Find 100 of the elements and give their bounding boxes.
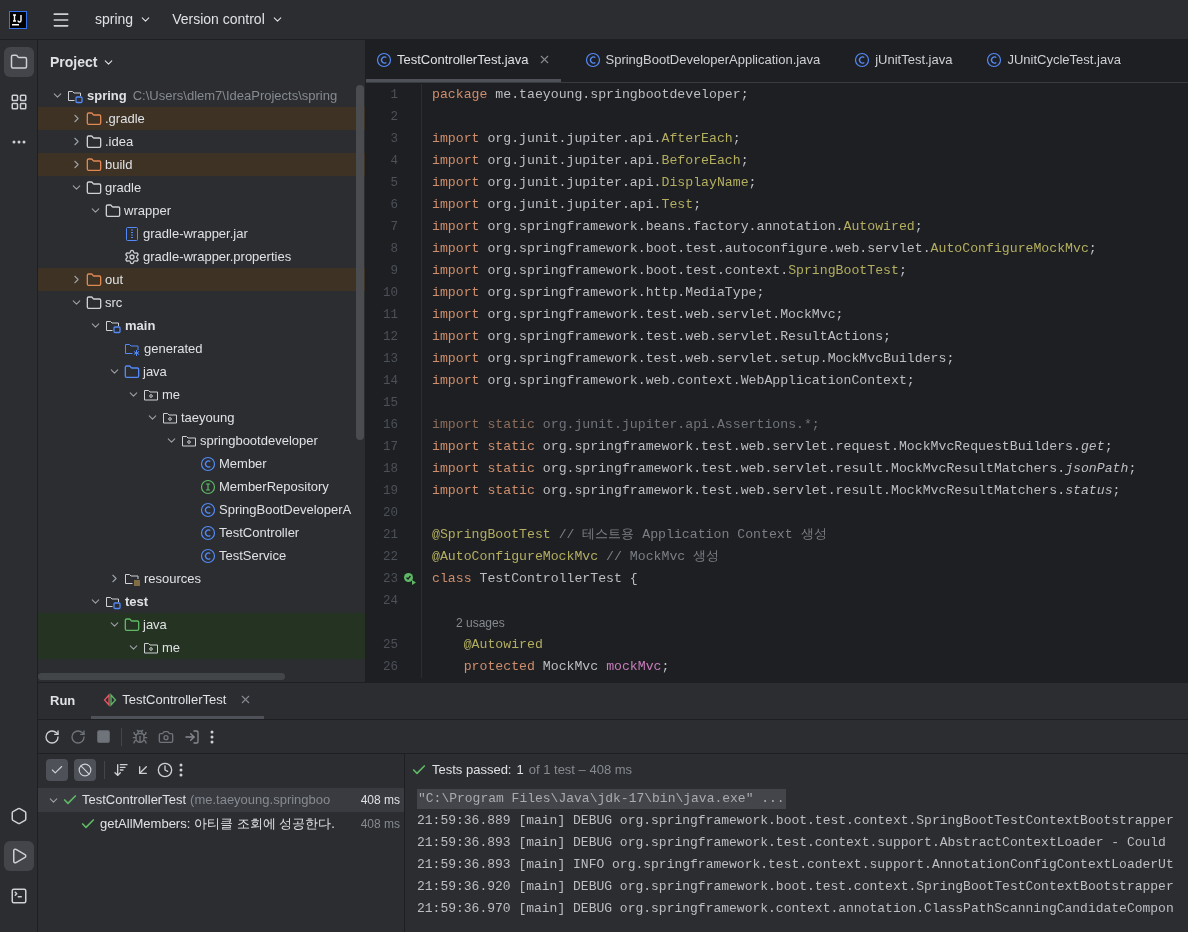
code-line: import org.springframework.boot.test.context.SpringBootTest;	[432, 262, 907, 281]
tree-item[interactable]: wrapper	[38, 199, 365, 222]
class-icon	[200, 547, 216, 564]
tree-item[interactable]: .idea	[38, 130, 365, 153]
tree-item[interactable]: taeyoung	[38, 406, 365, 429]
bug-icon[interactable]	[132, 728, 148, 745]
test-duration: 408 ms	[360, 816, 400, 833]
tree-item[interactable]: me	[38, 636, 365, 659]
version-control-dropdown[interactable]: Version control	[172, 9, 284, 30]
tree-item-label: gradle-wrapper.properties	[143, 247, 292, 266]
test-duration: 408 ms	[360, 792, 400, 809]
console-line: 21:59:36.970 [main] DEBUG org.springframework.context.annotation.ClassPathScanningCandidateCompon	[417, 900, 1174, 918]
code-line: protected MockMvc mockMvc;	[462, 658, 670, 677]
import-icon[interactable]	[184, 728, 200, 745]
show-passed-toggle[interactable]	[46, 759, 68, 781]
show-ignored-toggle[interactable]	[74, 759, 96, 781]
tree-item[interactable]: java	[38, 613, 365, 636]
horizontal-scrollbar[interactable]	[38, 673, 285, 680]
run-button[interactable]	[3, 841, 34, 871]
tree-item-label: src	[105, 293, 123, 312]
console-line: 21:59:36.893 [main] DEBUG org.springframework.test.context.support.AbstractContextLoader - Could	[417, 834, 1166, 852]
code-line: import org.junit.jupiter.api.DisplayName;	[432, 174, 757, 193]
tree-item[interactable]: SpringBootDeveloperA	[38, 498, 365, 521]
tree-item[interactable]: springbootdeveloper	[38, 429, 365, 452]
more-icon[interactable]	[179, 763, 183, 777]
code-line: import org.junit.jupiter.api.Test;	[432, 196, 702, 215]
tree-item[interactable]: main	[38, 314, 365, 337]
test-package: (me.taeyoung.springboo	[190, 791, 331, 810]
code-line: import org.springframework.test.web.servlet.setup.MockMvcBuilders;	[432, 350, 955, 369]
editor-tab[interactable]: TestControllerTest.java	[366, 40, 561, 82]
tree-item-label: wrapper	[124, 201, 171, 220]
test-result-row[interactable]: TestControllerTest (me.taeyoung.springboo 408 ms	[38, 788, 404, 812]
tree-item[interactable]: .gradle	[38, 107, 365, 130]
code-line: @Autowired	[462, 636, 543, 655]
run-tab[interactable]: TestControllerTest	[91, 683, 265, 719]
tree-item[interactable]: generated	[38, 337, 365, 360]
folder-icon	[86, 271, 102, 288]
editor-tab[interactable]: SpringBootDeveloperApplication.java	[574, 40, 831, 82]
folder-icon	[86, 133, 102, 150]
camera-icon[interactable]	[158, 728, 174, 745]
folder-icon	[86, 156, 102, 173]
editor-tab[interactable]: jUnitTest.java	[844, 40, 963, 82]
tree-item[interactable]: me	[38, 383, 365, 406]
check-icon	[50, 763, 64, 777]
tree-item-label: me	[162, 385, 181, 404]
project-button[interactable]	[3, 47, 34, 77]
interface-icon	[200, 478, 216, 495]
more-icon	[11, 140, 26, 144]
usages-hint[interactable]: 2 usages	[456, 614, 505, 632]
gear-icon	[124, 248, 140, 265]
tree-item[interactable]: java	[38, 360, 365, 383]
tree-item[interactable]: src	[38, 291, 365, 314]
panel-title: Run	[49, 692, 77, 711]
vertical-scrollbar[interactable]	[356, 85, 364, 440]
tree-item[interactable]: gradle-wrapper.properties	[38, 245, 365, 268]
code-line: import org.junit.jupiter.api.AfterEach;	[432, 130, 741, 149]
tree-item[interactable]: MemberRepository	[38, 475, 365, 498]
folder-icon	[86, 294, 102, 311]
tree-item[interactable]: test	[38, 590, 365, 613]
code-line: import org.springframework.web.context.WebApplicationContext;	[432, 372, 915, 391]
rerun-icon[interactable]	[44, 728, 60, 745]
editor-tab[interactable]: JUnitCycleTest.java	[976, 40, 1131, 82]
code-line: import org.junit.jupiter.api.BeforeEach;	[432, 152, 749, 171]
tree-item-label: resources	[144, 569, 202, 588]
tests-passed-count: 1	[516, 761, 524, 780]
class-icon	[584, 51, 601, 68]
code-line: class TestControllerTest {	[432, 570, 638, 589]
class-icon	[200, 455, 216, 472]
tree-item-label: .idea	[105, 132, 134, 151]
console-line: 21:59:36.893 [main] INFO org.springframework.test.context.support.AnnotationConfigContextLoaderUt	[417, 856, 1174, 874]
clock-icon[interactable]	[157, 762, 173, 778]
test-result-row[interactable]: getAllMembers: 아티클 조회에 성공한다. 408 ms	[38, 812, 404, 836]
class-icon	[376, 51, 392, 68]
view-mode-selector[interactable]: Project	[50, 51, 116, 73]
rerun-failed-icon[interactable]	[70, 728, 86, 745]
tree-item-label: gradle	[105, 178, 142, 197]
terminal-icon	[9, 887, 28, 905]
workspace-switcher[interactable]: spring	[95, 9, 153, 30]
tree-item[interactable]: spring C:\Users\dlem7\IdeaProjects\spring	[38, 84, 365, 107]
tree-item[interactable]: gradle	[38, 176, 365, 199]
tree-item-path: C:\Users\dlem7\IdeaProjects\spring	[132, 86, 338, 105]
tree-item[interactable]: gradle-wrapper.jar	[38, 222, 365, 245]
code-line: import static org.junit.jupiter.api.Assertions.*;	[432, 416, 820, 435]
tree-item[interactable]: Member	[38, 452, 365, 475]
tree-item[interactable]: TestController	[38, 521, 365, 544]
tree-item[interactable]: out	[38, 268, 365, 291]
app-logo-icon[interactable]	[9, 10, 27, 29]
tree-item[interactable]: TestService	[38, 544, 365, 567]
test-name: TestControllerTest	[82, 791, 187, 810]
tree-item-label: generated	[144, 339, 203, 358]
tree-item[interactable]: resources	[38, 567, 365, 590]
sort-icon[interactable]	[113, 762, 129, 778]
folder-icon	[86, 179, 102, 196]
tree-item[interactable]: build	[38, 153, 365, 176]
more-icon[interactable]	[210, 729, 214, 744]
run-test-icon[interactable]	[403, 572, 417, 586]
code-line: package me.taeyoung.springbootdeveloper;	[432, 86, 749, 105]
tree-item-label: out	[105, 270, 124, 289]
folder-icon	[124, 363, 140, 380]
stop-icon[interactable]	[96, 729, 111, 744]
